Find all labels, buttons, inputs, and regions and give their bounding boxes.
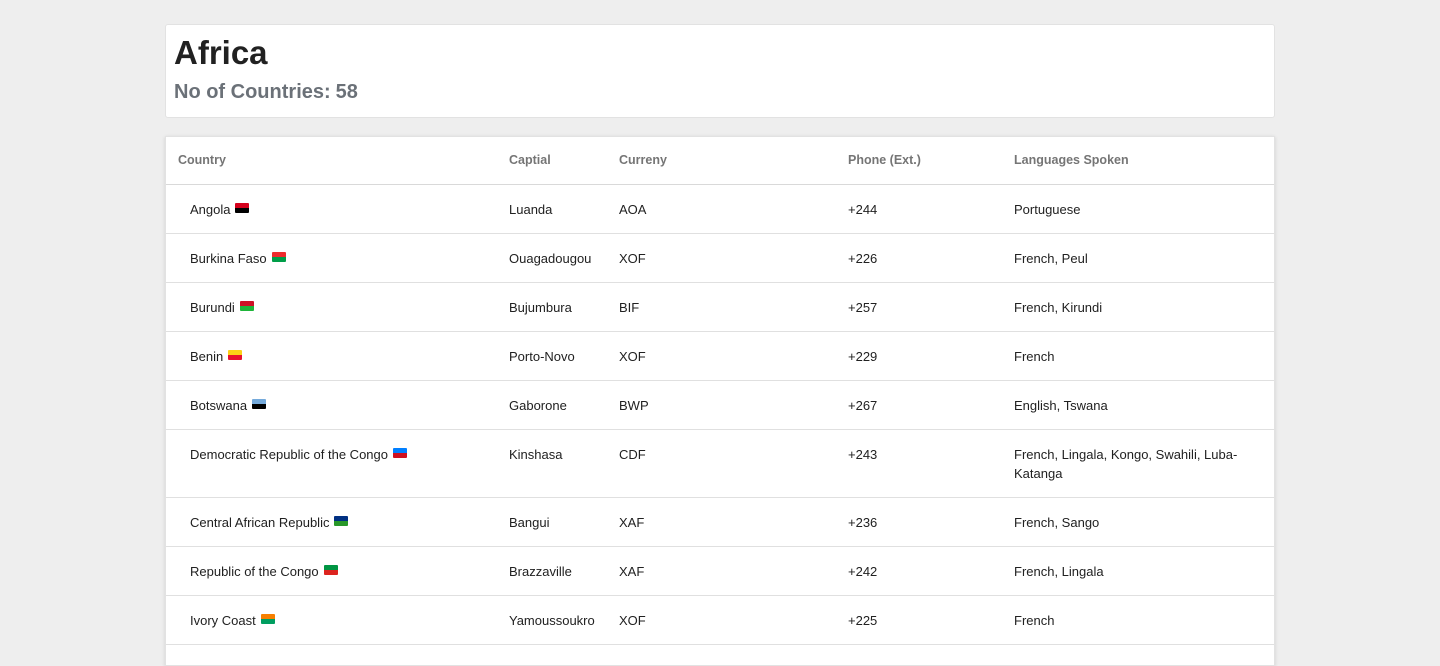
country-name: Central African Republic [190,514,330,530]
country-cell: Burkina Faso [166,233,497,283]
table-row[interactable]: Burundi Bujumbura BIF +257 French, Kirundi [166,282,1274,332]
capital-cell: Gaborone [497,380,607,430]
country-count-label: No of Countries: [174,81,331,103]
phone-cell: +229 [836,331,1002,381]
table-row[interactable]: Ivory Coast Yamoussoukro XOF +225 French [166,595,1274,645]
table-row[interactable]: Botswana Gaborone BWP +267 English, Tswana [166,380,1274,430]
currency-cell: XAF [607,546,836,596]
country-name: Angola [190,201,231,217]
languages-cell: French, Lingala, Kongo, Swahili, Luba-Ka… [1002,429,1274,498]
region-header-card: Africa No of Countries: 58 [165,24,1275,118]
capital-cell: Bujumbura [497,282,607,332]
languages-cell: French, Lingala [1002,546,1274,596]
country-cell: Republic of the Congo [166,546,497,596]
currency-cell: BIF [607,282,836,332]
phone-cell: +257 [836,282,1002,332]
capital-cell: Luanda [497,184,607,234]
countries-table-card: Country Captial Curreny Phone (Ext.) Lan… [165,136,1275,666]
flag-icon [271,251,286,262]
flag-icon [393,447,407,458]
currency-cell: XOF [607,595,836,645]
table-row[interactable]: Republic of the Congo Brazzaville XAF +242 F… [166,546,1274,596]
column-header-capital[interactable]: Captial [497,137,607,185]
phone-cell: +243 [836,429,1002,498]
phone-cell: +225 [836,595,1002,645]
column-header-currency[interactable]: Curreny [607,137,836,185]
languages-cell: French, Kirundi [1002,282,1274,332]
capital-cell: Kinshasa [497,429,607,498]
country-cell: Botswana [166,380,497,430]
table-row[interactable]: Democratic Republic of the Congo Kinshasa… [166,429,1274,498]
table-row[interactable]: Central African Republic Bangui XAF +236 Fre… [166,497,1274,547]
country-cell: Angola [166,184,497,234]
languages-cell: Portuguese [1002,184,1274,234]
country-cell: Ivory Coast [166,595,497,645]
languages-cell: French [1002,331,1274,381]
page-title: Africa [174,34,268,71]
table-row[interactable]: Benin Porto-Novo XOF +229 French [166,331,1274,381]
country-name: Burundi [190,299,235,315]
country-name: Benin [190,348,224,364]
flag-icon [239,300,254,311]
country-cell: Benin [166,331,497,381]
country-name: Ivory Coast [190,612,256,628]
flag-icon [334,515,349,526]
phone-cell: +242 [836,546,1002,596]
phone-cell: +267 [836,380,1002,430]
currency-cell: XOF [607,331,836,381]
column-header-country[interactable]: Country [166,137,497,185]
countries-table: Country Captial Curreny Phone (Ext.) Lan… [166,137,1274,645]
flag-icon [260,613,275,624]
capital-cell: Brazzaville [497,546,607,596]
languages-cell: French, Peul [1002,233,1274,283]
flag-icon [235,202,250,213]
country-cell: Central African Republic [166,497,497,547]
currency-cell: XAF [607,497,836,547]
country-cell: Burundi [166,282,497,332]
capital-cell: Ouagadougou [497,233,607,283]
flag-icon [228,349,243,360]
currency-cell: XOF [607,233,836,283]
country-cell: Democratic Republic of the Congo [166,429,497,498]
currency-cell: CDF [607,429,836,498]
table-body: Angola Luanda AOA +244 Portuguese Burkina Fas… [166,184,1274,645]
languages-cell: French [1002,595,1274,645]
country-name: Burkina Faso [190,250,267,266]
capital-cell: Bangui [497,497,607,547]
country-name: Democratic Republic of the Congo [190,446,388,462]
table-row[interactable]: Angola Luanda AOA +244 Portuguese [166,184,1274,234]
country-count-value: 58 [335,81,358,103]
capital-cell: Yamoussoukro [497,595,607,645]
table-row[interactable]: Burkina Faso Ouagadougou XOF +226 French, Pe… [166,233,1274,283]
currency-cell: AOA [607,184,836,234]
table-header-row: Country Captial Curreny Phone (Ext.) Lan… [166,137,1274,185]
phone-cell: +244 [836,184,1002,234]
column-header-phone[interactable]: Phone (Ext.) [836,137,1002,185]
country-name: Republic of the Congo [190,563,319,579]
country-count: No of Countries: 58 [174,79,358,105]
flag-icon [252,398,267,409]
phone-cell: +236 [836,497,1002,547]
phone-cell: +226 [836,233,1002,283]
capital-cell: Porto-Novo [497,331,607,381]
currency-cell: BWP [607,380,836,430]
column-header-languages[interactable]: Languages Spoken [1002,137,1274,185]
languages-cell: English, Tswana [1002,380,1274,430]
flag-icon [323,564,338,575]
languages-cell: French, Sango [1002,497,1274,547]
country-name: Botswana [190,397,248,413]
